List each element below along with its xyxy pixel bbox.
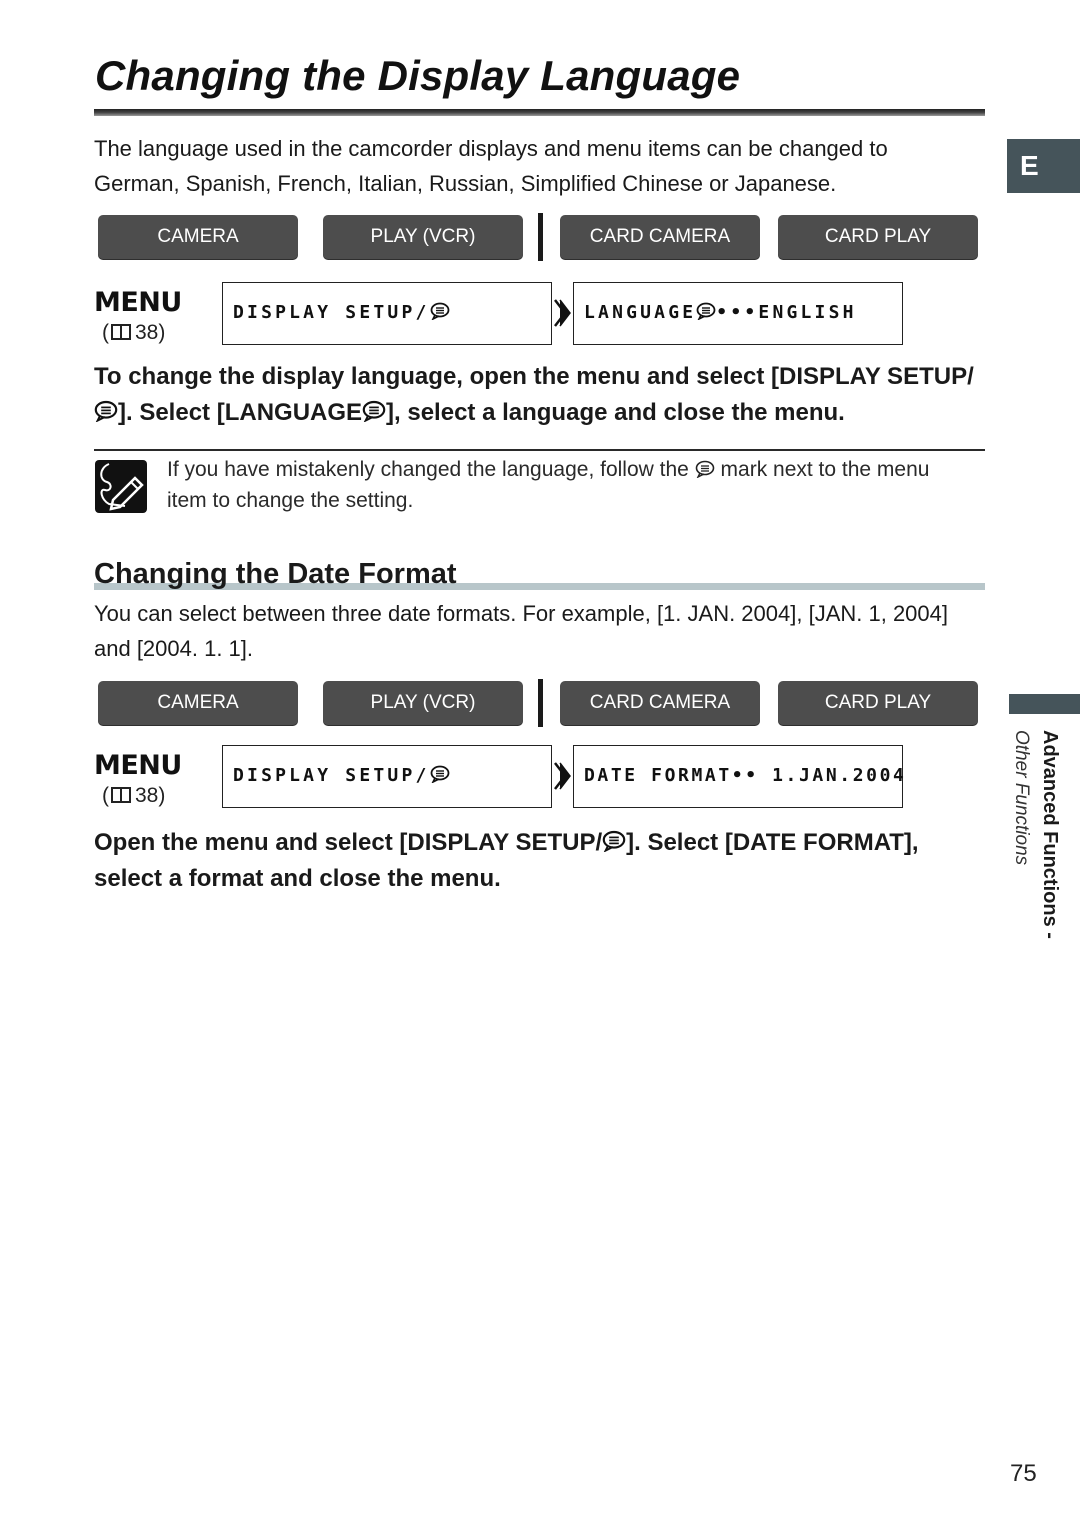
instruction-language: To change the display language, open the… — [94, 359, 984, 431]
lcd-item-text: DATE FORMAT•• 1.JAN.2004 — [584, 765, 907, 786]
double-chevron-right-icon — [554, 762, 571, 790]
side-tab-bar — [1009, 694, 1080, 714]
lcd-display-setup: DISPLAY SETUP/ — [222, 745, 552, 808]
mode-separator — [538, 679, 543, 727]
speech-bubble-icon — [430, 302, 449, 320]
mode-card-play: CARD PLAY — [778, 681, 978, 725]
mode-card-camera: CARD CAMERA — [560, 215, 760, 259]
mode-separator — [538, 213, 543, 261]
speech-bubble-icon — [602, 830, 626, 852]
menu-label: MENU — [94, 750, 182, 781]
menu-label: MENU — [94, 287, 182, 318]
book-icon — [111, 787, 131, 803]
note-text-part: If you have mistakenly changed the langu… — [167, 458, 689, 481]
side-subsection: Other Functions — [1010, 730, 1032, 865]
note-divider — [94, 449, 985, 451]
mode-play-vcr: PLAY (VCR) — [323, 215, 523, 259]
speech-bubble-icon — [695, 460, 714, 478]
speech-bubble-icon — [94, 400, 118, 422]
instruction-text: To change the display language, open the… — [94, 363, 974, 390]
lcd-value-text: •••ENGLISH — [716, 302, 857, 323]
lcd-date-format: DATE FORMAT•• 1.JAN.2004 — [573, 745, 904, 808]
mode-card-play: CARD PLAY — [778, 215, 978, 259]
menu-ref-page: 38 — [135, 784, 159, 807]
mode-play-vcr: PLAY (VCR) — [323, 681, 523, 725]
menu-ref-page: 38 — [135, 321, 159, 344]
mode-bar: CAMERA PLAY (VCR) CARD CAMERA CARD PLAY — [98, 679, 980, 727]
mode-camera: CAMERA — [98, 681, 298, 725]
page-title: Changing the Display Language — [95, 52, 741, 99]
mode-camera: CAMERA — [98, 215, 298, 259]
language-tab: E — [1007, 139, 1080, 193]
speech-bubble-icon — [362, 400, 386, 422]
mode-card-camera: CARD CAMERA — [560, 681, 760, 725]
book-icon — [111, 324, 131, 340]
lcd-language: LANGUAGE •••ENGLISH — [573, 282, 903, 345]
menu-page-ref: (38) — [102, 784, 166, 807]
title-divider — [94, 109, 985, 116]
lcd-item-text: LANGUAGE — [584, 302, 697, 323]
instruction-text: ]. Select [LANGUAGE — [118, 399, 363, 426]
instruction-date-format: Open the menu and select [DISPLAY SETUP/… — [94, 825, 974, 897]
instruction-text: ], select a language and close the menu. — [386, 399, 845, 426]
lcd-menu-text: DISPLAY SETUP/ — [233, 765, 430, 786]
mode-bar: CAMERA PLAY (VCR) CARD CAMERA CARD PLAY — [98, 213, 980, 261]
lcd-display-setup: DISPLAY SETUP/ — [222, 282, 552, 345]
side-section-label: Advanced Functions - — [1039, 730, 1061, 939]
section-title-date-format: Changing the Date Format — [94, 558, 457, 590]
intro-paragraph: The language used in the camcorder displ… — [94, 136, 888, 196]
note-text: If you have mistakenly changed the langu… — [167, 454, 967, 516]
side-tab-label: Advanced Functions - — [1038, 730, 1061, 939]
side-subsection-label: Other Functions — [1011, 730, 1032, 866]
pencil-note-icon — [95, 460, 147, 513]
speech-bubble-icon — [430, 765, 449, 783]
double-chevron-right-icon — [554, 299, 571, 327]
speech-bubble-icon — [696, 302, 716, 320]
date-format-intro: You can select between three date format… — [94, 601, 948, 661]
instruction-text: Open the menu and select [DISPLAY SETUP/ — [94, 829, 603, 856]
menu-page-ref: (38) — [102, 321, 166, 344]
lcd-menu-text: DISPLAY SETUP/ — [233, 302, 430, 323]
page-number: 75 — [1010, 1460, 1037, 1487]
